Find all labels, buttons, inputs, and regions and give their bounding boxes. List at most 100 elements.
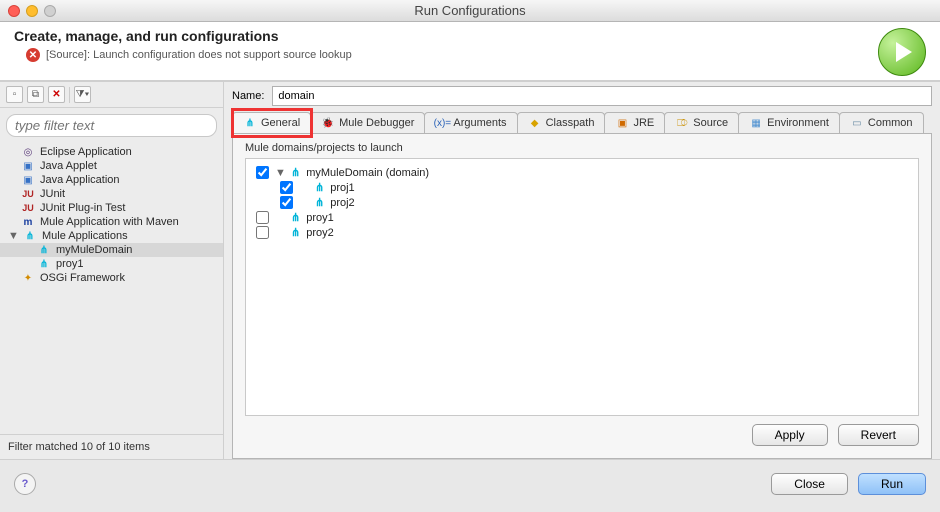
- revert-button[interactable]: Revert: [838, 424, 919, 446]
- launch-item-label: proj2: [330, 197, 354, 209]
- name-label: Name:: [232, 90, 264, 102]
- tree-item-label: proy1: [56, 258, 84, 270]
- launch-item[interactable]: ⋔ proy1: [250, 210, 914, 225]
- common-icon: ▭: [850, 117, 864, 129]
- mule-icon: ⋔: [315, 196, 324, 209]
- mule-icon: ⋔: [291, 166, 300, 179]
- mule-icon: ⋔: [291, 211, 300, 224]
- osgi-icon: ✦: [20, 272, 36, 284]
- tree-item-proy1[interactable]: ⋔ proy1: [0, 257, 223, 271]
- launch-item-label: myMuleDomain (domain): [306, 167, 429, 179]
- launch-checkbox[interactable]: [280, 181, 293, 194]
- tree-item-label: OSGi Framework: [40, 272, 125, 284]
- tree-item-label: Mule Application with Maven: [40, 216, 179, 228]
- tab-arguments[interactable]: (x)=Arguments: [424, 112, 517, 133]
- help-button[interactable]: ?: [14, 473, 36, 495]
- header: Create, manage, and run configurations ✕…: [0, 22, 940, 81]
- tree-item-mymuledomain[interactable]: ⋔myMuleDomain: [0, 243, 223, 257]
- run-button[interactable]: Run: [858, 473, 926, 495]
- left-panel: ▫ ⧉ ✕ ⧩▾ ◎ Eclipse Application ▣ Java Appl…: [0, 82, 224, 459]
- tab-environment[interactable]: ▦ Environment: [738, 112, 840, 133]
- tree-item-label: JUnit: [40, 188, 65, 200]
- close-button[interactable]: Close: [771, 473, 848, 495]
- jre-icon: ▣: [615, 117, 629, 129]
- error-message: [Source]: Launch configuration does not …: [46, 49, 352, 61]
- maven-icon: m: [20, 216, 36, 228]
- config-tree[interactable]: ◎ Eclipse Application ▣ Java Applet ▣ Java …: [0, 143, 223, 434]
- tab-mule-debugger[interactable]: 🐞 Mule Debugger: [310, 112, 425, 133]
- mule-icon: ⋔: [291, 226, 300, 239]
- footer: ? Close Run: [0, 459, 940, 507]
- twisty-icon: ▼: [275, 167, 285, 179]
- environment-icon: ▦: [749, 117, 763, 129]
- tab-source[interactable]: ⎄ Source: [664, 112, 739, 133]
- launch-checkbox[interactable]: [256, 226, 269, 239]
- right-panel: Name: ⋔ General 🐞 Mule Debugger (x)=Argume…: [224, 82, 940, 459]
- tree-item-label: JUnit Plug-in Test: [40, 202, 125, 214]
- eclipse-icon: ◎: [20, 146, 36, 158]
- tree-item-label: Java Applet: [40, 160, 97, 172]
- tab-general[interactable]: ⋔ General: [232, 112, 311, 133]
- launch-checkbox[interactable]: [256, 166, 269, 179]
- tab-label: Environment: [767, 117, 829, 129]
- junit-plugin-icon: JU: [20, 202, 36, 214]
- twisty-icon: ▼: [8, 230, 18, 242]
- mule-icon: ⋔: [36, 258, 52, 270]
- filter-button[interactable]: ⧩▾: [74, 86, 91, 103]
- tab-label: Source: [693, 117, 728, 129]
- launch-section-label: Mule domains/projects to launch: [245, 142, 919, 154]
- tab-common[interactable]: ▭ Common: [839, 112, 924, 133]
- debug-icon: 🐞: [321, 117, 335, 129]
- launch-item-label: proy1: [306, 212, 334, 224]
- tab-label: General: [261, 117, 300, 129]
- java-app-icon: ▣: [20, 174, 36, 186]
- launch-list[interactable]: ▼ ⋔ myMuleDomain (domain) ⋔ proj1 ⋔ proj…: [245, 158, 919, 416]
- tab-label: Mule Debugger: [339, 117, 414, 129]
- new-config-button[interactable]: ▫: [6, 86, 23, 103]
- tree-item-label: Eclipse Application: [40, 146, 132, 158]
- delete-config-button[interactable]: ✕: [48, 86, 65, 103]
- junit-icon: JU: [20, 188, 36, 200]
- tree-item-mule-maven[interactable]: m Mule Application with Maven: [0, 215, 223, 229]
- tree-item-java-application[interactable]: ▣ Java Application: [0, 173, 223, 187]
- apply-button[interactable]: Apply: [752, 424, 828, 446]
- source-icon: ⎄: [675, 117, 689, 129]
- launch-item[interactable]: ⋔ proj1: [250, 180, 914, 195]
- tree-item-mule-apps[interactable]: ▼ ⋔ Mule Applications: [0, 229, 223, 243]
- launch-item[interactable]: ⋔ proy2: [250, 225, 914, 240]
- launch-item-label: proy2: [306, 227, 334, 239]
- window-title: Run Configurations: [0, 3, 940, 18]
- tab-panel-general: Mule domains/projects to launch ▼ ⋔ myMu…: [232, 134, 932, 459]
- filter-status: Filter matched 10 of 10 items: [0, 434, 223, 459]
- filter-input[interactable]: [6, 114, 217, 137]
- tree-item-label: Mule Applications: [42, 230, 128, 242]
- tree-item-junit[interactable]: JU JUnit: [0, 187, 223, 201]
- tab-label: Classpath: [546, 117, 595, 129]
- tree-item-osgi[interactable]: ✦ OSGi Framework: [0, 271, 223, 285]
- tab-classpath[interactable]: ◆ Classpath: [517, 112, 606, 133]
- tree-item-eclipse[interactable]: ◎ Eclipse Application: [0, 145, 223, 159]
- mule-icon: ⋔: [36, 244, 52, 256]
- mule-icon: ⋔: [315, 181, 324, 194]
- launch-item[interactable]: ▼ ⋔ myMuleDomain (domain): [250, 165, 914, 180]
- tree-item-junit-plugin[interactable]: JU JUnit Plug-in Test: [0, 201, 223, 215]
- toolbar-separator: [69, 87, 70, 103]
- mule-icon: ⋔: [243, 117, 257, 129]
- java-applet-icon: ▣: [20, 160, 36, 172]
- launch-checkbox[interactable]: [280, 196, 293, 209]
- error-icon: ✕: [26, 48, 40, 62]
- left-toolbar: ▫ ⧉ ✕ ⧩▾: [0, 82, 223, 108]
- tree-item-java-applet[interactable]: ▣ Java Applet: [0, 159, 223, 173]
- launch-checkbox[interactable]: [256, 211, 269, 224]
- copy-config-button[interactable]: ⧉: [27, 86, 44, 103]
- classpath-icon: ◆: [528, 117, 542, 129]
- run-large-icon: [878, 28, 926, 76]
- tab-label: JRE: [633, 117, 654, 129]
- tab-label: Common: [868, 117, 913, 129]
- mule-icon: ⋔: [22, 230, 38, 242]
- launch-item[interactable]: ⋔ proj2: [250, 195, 914, 210]
- titlebar: Run Configurations: [0, 0, 940, 22]
- tree-item-label: Java Application: [40, 174, 120, 186]
- tab-jre[interactable]: ▣ JRE: [604, 112, 665, 133]
- name-input[interactable]: [272, 86, 932, 106]
